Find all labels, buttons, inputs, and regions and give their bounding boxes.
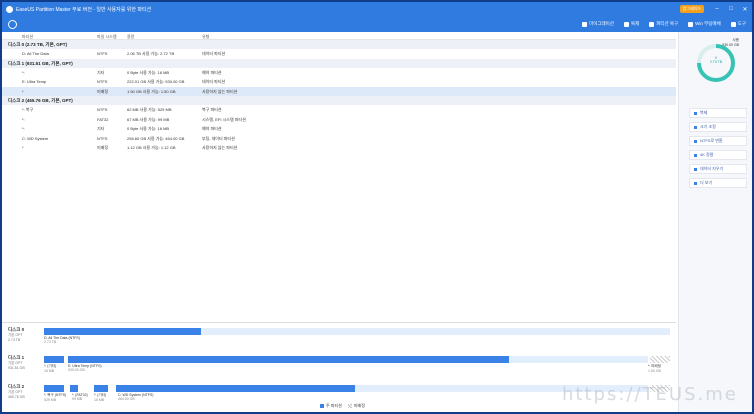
partition-bar[interactable] [44,356,64,363]
tools-button[interactable]: 도구 [730,21,746,27]
used-fill [44,328,201,335]
action-more[interactable]: 더 보기 [689,178,747,188]
maximize-icon[interactable]: □ [724,6,738,12]
action-4k-align[interactable]: 4K 정렬 [689,150,747,160]
migrate-button[interactable]: 마이그레이션 [582,21,614,27]
table-row[interactable]: E: Ultra Temp NTFS 222.01 GB 사용 가능: 930.00… [2,77,676,87]
donut-center: 0 2.73 TB [709,56,723,64]
action-wipe[interactable]: 데이터 지우기 [689,164,747,174]
refresh-icon[interactable] [8,19,17,29]
partition-label: C: WD System (NTFS) 464.00 GB [118,393,154,401]
chevron-down-icon [694,181,697,185]
app-logo-icon [6,5,13,13]
recovery-icon [649,21,655,27]
table-row[interactable]: *: FAT32 67 MB 사용 가능: 99 MB 시스템, EFI 시스템 파티… [2,115,676,125]
partition-bar[interactable] [94,385,108,392]
action-clone[interactable]: 복제 [689,108,747,118]
align-icon [694,153,697,157]
media-icon [688,21,694,27]
partition-bar[interactable] [44,385,64,392]
toolbar: 마이그레이션 복제 파티션 복구 Win 부팅매체 도구 [2,16,752,32]
primary-swatch [320,404,324,408]
convert-icon [694,139,697,143]
titlebar: EaseUS Partition Master 무료 버전 - 일반 사용자를 … [2,2,752,16]
table-row[interactable]: *: 기타 0 Byte 사용 가능: 16 MB 예약 파티션 [2,124,676,134]
legend: 주 파티션 미배정 [314,403,365,409]
partition-label: *: (기타) 16 MB [94,393,107,402]
resize-icon [694,125,697,129]
partition-label: *: (FAT32) 99 MB [72,393,88,401]
partition-bar[interactable] [68,356,648,363]
partition-label: *: 미배정 1.50 GB [648,364,661,373]
window-title: EaseUS Partition Master 무료 버전 - 일반 사용자를 … [16,6,152,13]
table-row[interactable]: *: 기타 0 Byte 사용 가능: 16 MB 예약 파티션 [2,68,676,78]
table-row[interactable]: *: 복구 NTFS 62 MB 사용 가능: 529 MB 복구 파티션 [2,105,676,115]
disk-map-label: 디스크 0 기본 GPT 2.73 TB [8,327,25,342]
boot-media-button[interactable]: Win 부팅매체 [688,21,721,27]
wipe-icon [694,167,697,171]
partition-recovery-button[interactable]: 파티션 복구 [649,21,678,27]
action-resize[interactable]: 크기 조정 [689,122,747,132]
watermark: https://TEUS.me [562,384,738,405]
unallocated-bar[interactable] [650,356,670,363]
partition-label: D: All The Data (NTFS) 2.73 TB [44,336,80,344]
partition-bar[interactable] [44,328,670,335]
table-row[interactable]: C: WD System NTFS 256.60 GB 사용 가능: 464.00 … [2,134,676,144]
upgrade-button[interactable]: 업그레이드 [679,5,704,13]
disk-header[interactable]: 디스크 2 (465.76 GB, 기본, GPT) [2,96,676,105]
clone-icon [623,21,629,27]
migrate-icon [582,21,588,27]
unallocated-swatch [347,404,352,408]
partition-label: *: (기타) 16 MB [44,364,57,373]
tools-icon [730,21,736,27]
partition-label: E: Ultra Temp (NTFS) 930.00 GB [68,364,102,372]
table-row[interactable]: * 미배정 1.50 GB 사용 가능: 1.50 GB 사용하지 않는 파티션 [2,86,676,96]
action-convert-ntfs[interactable]: NTFS로 변환 [689,136,747,146]
side-panel: 사용 930.00 GB 0 2.73 TB 복제 크기 조정 NTFS로 변환 4… [678,32,752,412]
disk-map-label: 디스크 2 기본 GPT 465.76 GB [8,384,25,399]
clone-icon [694,111,697,115]
minimize-icon[interactable]: – [710,6,724,12]
partition-label: *: 복구 (NTFS) 529 MB [44,393,67,402]
disk-header[interactable]: 디스크 0 (2.73 TB, 기본, GPT) [2,40,676,49]
disk-header[interactable]: 디스크 1 (931.51 GB, 기본, GPT) [2,58,676,68]
close-icon[interactable]: ✕ [738,6,752,13]
app-window: EaseUS Partition Master 무료 버전 - 일반 사용자를 … [2,2,752,412]
clone-button[interactable]: 복제 [623,21,639,27]
table-row[interactable]: * 미배정 1.12 GB 사용 가능: 1.12 GB 사용하지 않는 파티션 [2,143,676,153]
disk-map-label: 디스크 1 기본 GPT 931.51 GB [8,355,25,370]
table-header: 파티션 파일 시스템 용량 유형 [2,32,676,40]
partition-bar[interactable] [70,385,78,392]
table-row[interactable]: D: All The Data NTFS 2.06 TB 사용 가능: 2.72 T… [2,49,676,59]
